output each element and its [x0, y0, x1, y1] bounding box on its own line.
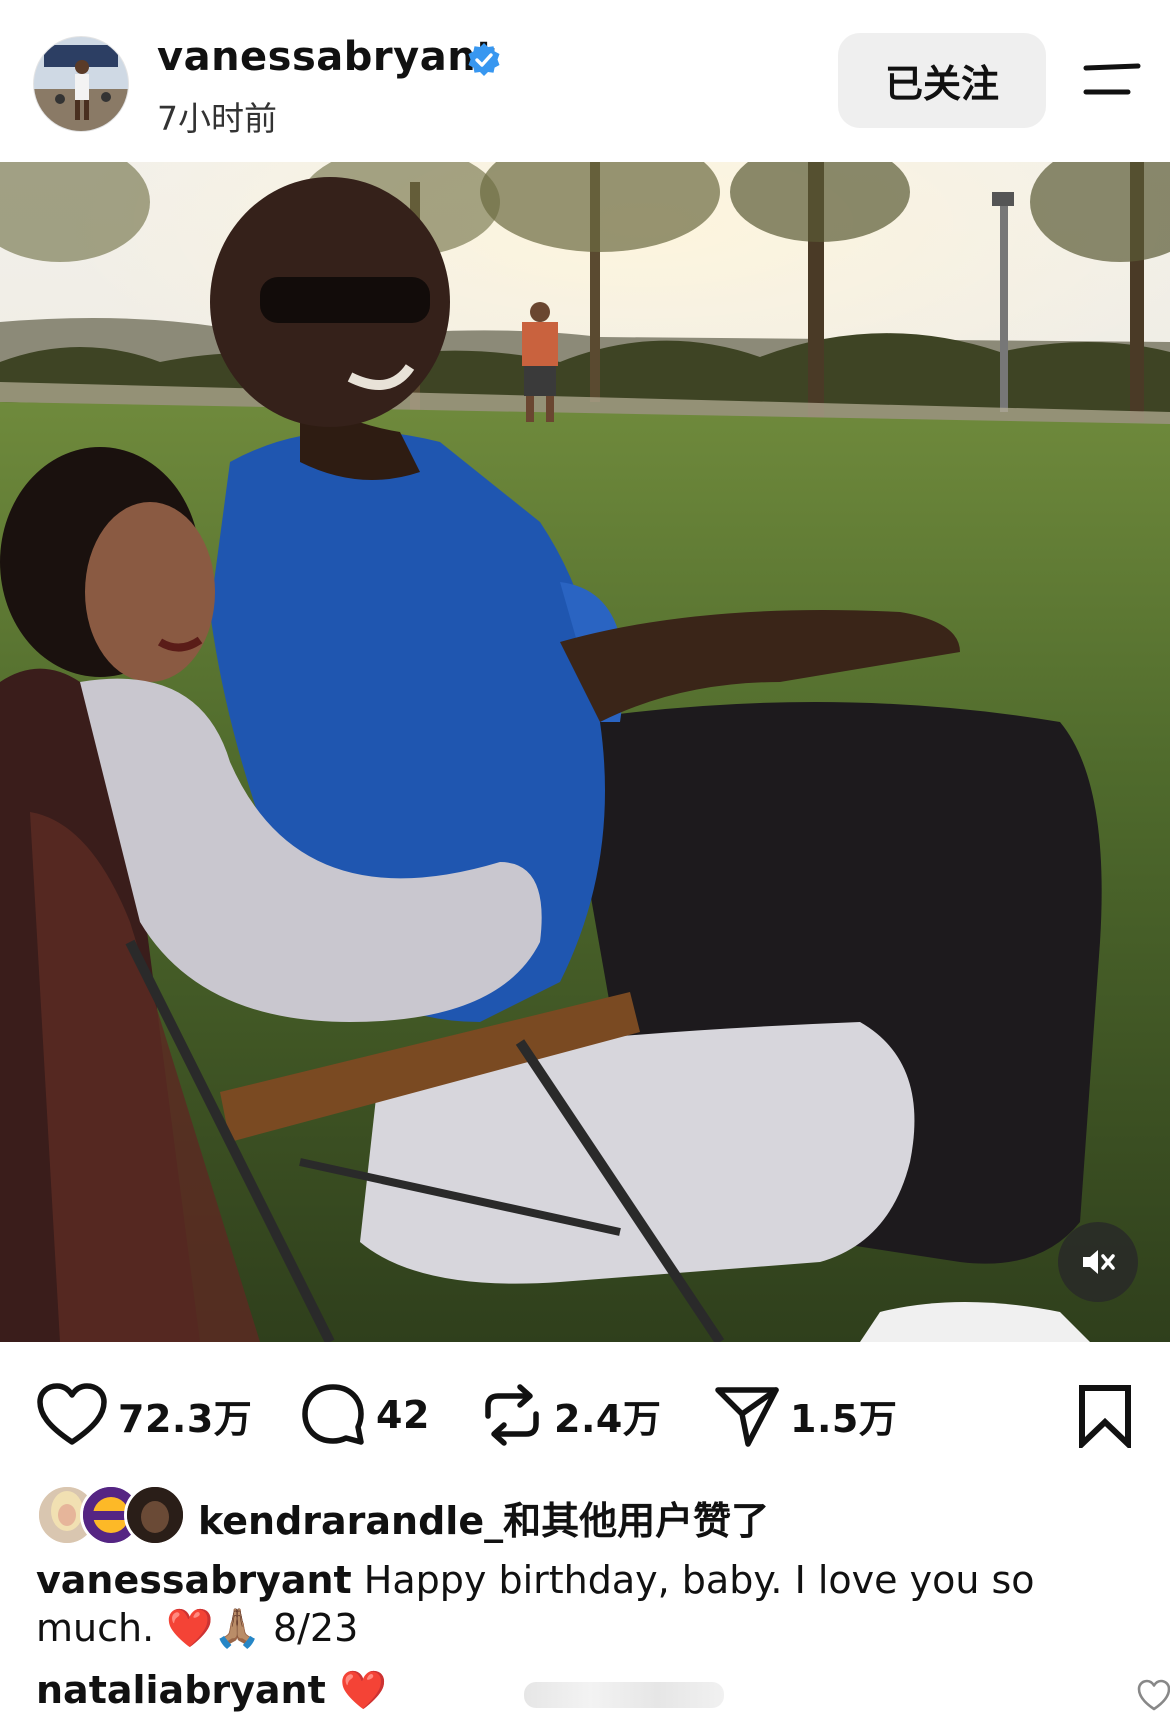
post-image[interactable]	[0, 162, 1170, 1342]
repost-count: 2.4万	[554, 1396, 662, 1441]
bookmark-icon[interactable]	[1076, 1384, 1134, 1448]
heart-icon[interactable]	[36, 1382, 108, 1448]
comment-count: 42	[376, 1393, 430, 1437]
action-bar: 72.3万 42 2.4万 1.5万	[0, 1370, 1170, 1460]
caption-username[interactable]: vanessabryant	[36, 1558, 352, 1602]
verified-badge-icon	[468, 43, 500, 76]
send-icon[interactable]	[714, 1382, 780, 1448]
author-avatar[interactable]	[33, 36, 129, 132]
comment-like-icon[interactable]	[1136, 1678, 1170, 1714]
comment-text: ❤️	[339, 1668, 388, 1712]
mute-icon	[1083, 1250, 1115, 1274]
comment-icon[interactable]	[300, 1382, 366, 1448]
following-button[interactable]: 已关注	[838, 33, 1046, 128]
comment-username[interactable]: nataliabryant	[36, 1668, 326, 1712]
repost-action[interactable]: 2.4万	[480, 1370, 661, 1460]
liker-avatar	[124, 1484, 186, 1546]
comment-fade	[524, 1682, 724, 1708]
share-count: 1.5万	[790, 1396, 898, 1441]
post-header: vanessabryant 7小时前 已关注	[0, 0, 1170, 162]
share-action[interactable]: 1.5万	[714, 1370, 897, 1460]
liked-by-row[interactable]: kendrarandle_和其他用户赞了	[36, 1484, 1136, 1546]
menu-icon[interactable]	[1082, 62, 1142, 98]
repost-icon[interactable]	[480, 1382, 544, 1448]
author-username[interactable]: vanessabryant	[157, 34, 496, 80]
mute-toggle[interactable]	[1058, 1222, 1138, 1302]
like-count: 72.3万	[118, 1396, 253, 1441]
comment-preview[interactable]: nataliabryant ❤️	[36, 1668, 1170, 1724]
post-timestamp: 7小时前	[157, 99, 277, 138]
like-action[interactable]: 72.3万	[36, 1370, 252, 1460]
comment-action[interactable]: 42	[300, 1370, 430, 1460]
liked-by-text: kendrarandle_和其他用户赞了	[198, 1499, 770, 1543]
post-caption: vanessabryant Happy birthday, baby. I lo…	[36, 1556, 1126, 1652]
